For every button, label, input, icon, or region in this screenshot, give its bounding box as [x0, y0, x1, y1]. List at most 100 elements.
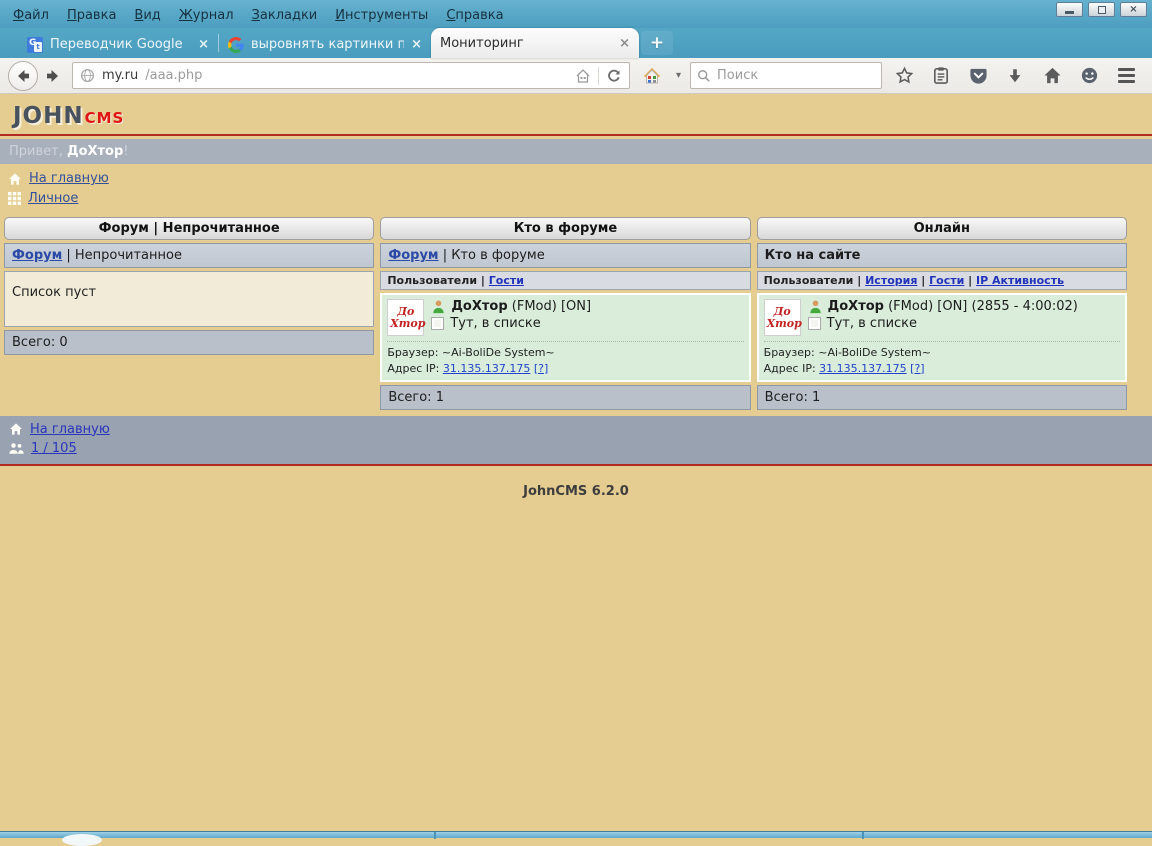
home-icon[interactable]: [1037, 62, 1067, 90]
extension-house-icon[interactable]: [637, 62, 667, 90]
forward-button[interactable]: [41, 64, 65, 88]
tab-close-icon[interactable]: ×: [619, 36, 630, 51]
placeholder-box-icon: [808, 317, 821, 330]
user-card: До Хтор ДоХтор (FMod) [ON] (2855 - 4:00:…: [757, 293, 1127, 382]
new-tab-button[interactable]: +: [641, 31, 673, 55]
back-arrow-icon: [15, 68, 31, 84]
welcome-suffix: !: [123, 144, 128, 159]
user-ip-row: Адрес IP: 31.135.137.175 [?]: [764, 361, 1120, 377]
total-count: Всего: 1: [380, 385, 750, 410]
nav-home-row: На главную: [8, 171, 1144, 186]
footer-home-link[interactable]: На главную: [30, 422, 110, 437]
ip-help-link[interactable]: [?]: [534, 362, 548, 375]
user-ip-row: Адрес IP: 31.135.137.175 [?]: [387, 361, 743, 377]
restore-button[interactable]: [1088, 2, 1115, 17]
column-forum-unread: Форум | Непрочитанное Форум | Непрочитан…: [4, 217, 374, 355]
dotted-divider: [764, 341, 1120, 342]
user-meta: (FMod) [ON]: [508, 299, 591, 314]
site-logo-sub: CMS: [85, 109, 125, 127]
back-button[interactable]: [8, 61, 38, 91]
menu-help[interactable]: Справка: [437, 6, 512, 25]
filter-tabs: Пользователи | Гости: [380, 271, 750, 290]
nav-personal-link[interactable]: Личное: [28, 191, 78, 206]
user-avatar[interactable]: До Хтор: [764, 299, 801, 336]
footer-online-row: 1 / 105: [9, 441, 1143, 456]
column-title: Онлайн: [757, 217, 1127, 240]
window-controls: ×: [1056, 2, 1147, 17]
menu-view[interactable]: Вид: [125, 6, 169, 25]
filter-guests-link[interactable]: Гости: [489, 274, 524, 287]
pocket-icon[interactable]: [963, 62, 993, 90]
search-box[interactable]: [690, 62, 882, 89]
column-title: Кто в форуме: [380, 217, 750, 240]
urlbar-separator: [598, 67, 599, 85]
globe-icon: [80, 68, 95, 83]
taskbar[interactable]: [0, 831, 1152, 838]
empty-list-message: Список пуст: [4, 271, 374, 327]
site-logo: JOHN: [13, 103, 84, 129]
user-name[interactable]: ДоХтор: [451, 299, 507, 314]
menu-tools[interactable]: Инструменты: [326, 6, 437, 25]
forum-link[interactable]: Форум: [12, 248, 62, 263]
start-orb[interactable]: [62, 834, 102, 846]
bookmark-star-icon[interactable]: [889, 62, 919, 90]
search-input[interactable]: [717, 68, 857, 83]
minimize-button[interactable]: [1056, 2, 1083, 17]
column-breadcrumb: Кто на сайте: [757, 243, 1127, 268]
tab-google-translate[interactable]: Gt Переводчик Google ×: [18, 31, 218, 58]
nav-home-link[interactable]: На главную: [29, 171, 109, 186]
tab-monitoring-active[interactable]: Мониторинг ×: [431, 28, 639, 58]
filter-history-link[interactable]: История: [865, 274, 917, 287]
user-browser: Браузер: ~Ai-BoliDe System~: [764, 345, 1120, 361]
who-on-site-label: Кто на сайте: [765, 248, 861, 263]
close-button[interactable]: ×: [1120, 2, 1147, 17]
filter-ip-activity-link[interactable]: IP Активность: [976, 274, 1064, 287]
hello-chat-icon[interactable]: [1074, 62, 1104, 90]
user-status-icon: [808, 299, 823, 314]
menu-file[interactable]: Файл: [4, 6, 58, 25]
menu-hamburger-icon[interactable]: [1111, 62, 1141, 90]
site-header: JOHNCMS: [0, 96, 1152, 136]
welcome-bar: Привет, ДоХтор!: [0, 139, 1152, 164]
user-meta: (FMod) [ON] (2855 - 4:00:02): [884, 299, 1078, 314]
download-icon[interactable]: [1000, 62, 1030, 90]
reload-icon[interactable]: [606, 68, 622, 84]
user-avatar[interactable]: До Хтор: [387, 299, 424, 336]
url-path: /aaa.php: [145, 68, 202, 83]
tab-close-icon[interactable]: ×: [198, 37, 209, 52]
user-name[interactable]: ДоХтор: [828, 299, 884, 314]
ip-link[interactable]: 31.135.137.175: [819, 362, 906, 375]
filter-tabs: Пользователи | История | Гости | IP Акти…: [757, 271, 1127, 290]
ip-link[interactable]: 31.135.137.175: [443, 362, 530, 375]
home-white-icon: [9, 422, 23, 436]
url-bar[interactable]: my.ru/aaa.php: [72, 62, 630, 89]
url-host: my.ru: [102, 68, 138, 83]
tab-label: выровнять картинки по ле...: [251, 37, 404, 52]
menu-bookmarks[interactable]: Закладки: [243, 6, 327, 25]
filter-separator: |: [481, 274, 485, 287]
ip-help-link[interactable]: [?]: [910, 362, 924, 375]
filter-users: Пользователи: [764, 274, 854, 287]
bookmarks-sidebar-icon[interactable]: [926, 62, 956, 90]
forum-link[interactable]: Форум: [388, 248, 438, 263]
search-icon: [697, 69, 711, 83]
page-action-house-icon[interactable]: [575, 68, 591, 84]
minimize-icon: [1065, 11, 1074, 14]
total-count: Всего: 1: [757, 385, 1127, 410]
menu-edit[interactable]: Правка: [58, 6, 125, 25]
tab-close-icon[interactable]: ×: [411, 37, 422, 52]
column-breadcrumb: Форум | Кто в форуме: [380, 243, 750, 268]
footer-online-counter-link[interactable]: 1 / 105: [31, 441, 77, 456]
tab-google-search[interactable]: выровнять картинки по ле... ×: [219, 31, 431, 58]
menu-history[interactable]: Журнал: [170, 6, 243, 25]
filter-guests-link[interactable]: Гости: [929, 274, 964, 287]
welcome-username: ДоХтор: [67, 144, 123, 159]
tab-strip: Gt Переводчик Google × выровнять картинк…: [0, 28, 1152, 58]
google-g-icon: [228, 37, 244, 53]
browser-menubar: Файл Правка Вид Журнал Закладки Инструме…: [0, 0, 1152, 28]
columns-container: Форум | Непрочитанное Форум | Непрочитан…: [0, 215, 1152, 410]
page-content: JOHNCMS Привет, ДоХтор! На главную Лично…: [0, 96, 1152, 499]
toolbar-dropdown-icon[interactable]: ▾: [674, 70, 683, 81]
column-who-in-forum: Кто в форуме Форум | Кто в форуме Пользо…: [380, 217, 750, 410]
grid-icon: [8, 192, 21, 205]
